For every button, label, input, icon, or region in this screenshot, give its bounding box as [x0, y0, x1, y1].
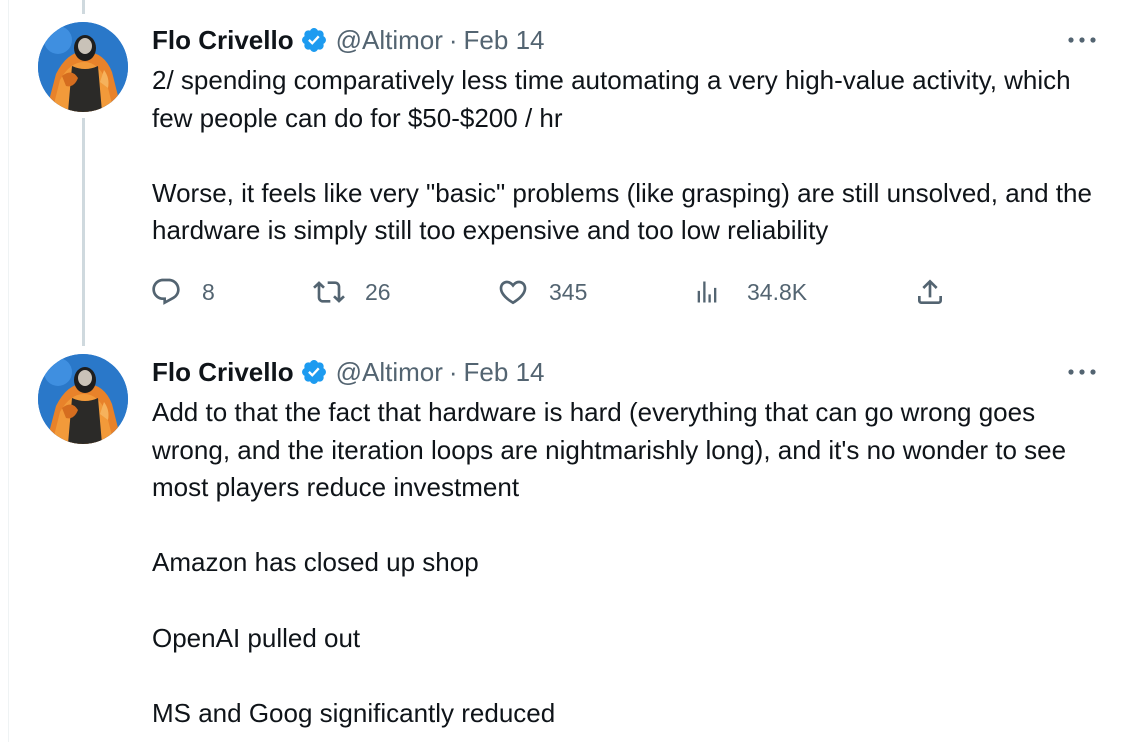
avatar[interactable]	[38, 22, 128, 112]
tweet-thread: Flo Crivello @Altimor · Feb 14 2/ spendi…	[0, 0, 1129, 742]
avatar-image	[38, 22, 128, 112]
tweet-text: 2/ spending comparatively less time auto…	[152, 62, 1102, 250]
views-button[interactable]: 34.8K	[693, 274, 807, 310]
avatar[interactable]	[38, 354, 128, 444]
tweet-date[interactable]: Feb 14	[464, 25, 545, 56]
views-icon	[697, 281, 717, 303]
retweet-button[interactable]: 26	[313, 274, 391, 310]
timeline-border	[8, 0, 9, 742]
more-horizontal-icon[interactable]	[1065, 358, 1099, 386]
separator-dot: ·	[448, 24, 458, 55]
author-handle[interactable]: @Altimor	[336, 25, 443, 56]
tweet-text: Add to that the fact that hardware is ha…	[152, 394, 1102, 732]
share-button[interactable]	[914, 274, 946, 310]
reply-icon	[152, 278, 180, 305]
tweet-header: Flo Crivello @Altimor · Feb 14	[152, 356, 545, 388]
thread-line-top	[82, 0, 85, 14]
more-horizontal-icon[interactable]	[1065, 26, 1099, 54]
tweet-paragraph: Amazon has closed up shop	[152, 547, 479, 578]
views-count: 34.8K	[747, 278, 808, 305]
like-button[interactable]: 345	[497, 274, 587, 310]
tweet-date[interactable]: Feb 14	[464, 357, 545, 388]
tweet-paragraph: Worse, it feels like very "basic" proble…	[152, 177, 1092, 246]
avatar-image	[38, 354, 128, 444]
tweet-paragraph: OpenAI pulled out	[152, 622, 361, 653]
verified-badge-icon	[300, 26, 328, 54]
retweet-icon	[313, 281, 345, 303]
reply-button[interactable]: 8	[150, 274, 215, 310]
like-count: 345	[549, 278, 588, 305]
retweet-count: 26	[365, 278, 391, 305]
tweet-actions: 8 26 345 34.8K	[150, 274, 950, 310]
heart-icon	[499, 280, 527, 305]
reply-count: 8	[202, 278, 215, 305]
thread-line-connector	[82, 118, 85, 346]
tweet-paragraph: Add to that the fact that hardware is ha…	[152, 397, 1067, 503]
tweet-paragraph: 2/ spending comparatively less time auto…	[152, 65, 1071, 133]
verified-badge-icon	[300, 358, 328, 386]
separator-dot: ·	[448, 356, 458, 387]
tweet-paragraph: MS and Goog significantly reduced	[152, 697, 556, 728]
share-icon	[918, 279, 942, 304]
author-name[interactable]: Flo Crivello	[152, 357, 294, 388]
tweet-header: Flo Crivello @Altimor · Feb 14	[152, 24, 545, 56]
author-name[interactable]: Flo Crivello	[152, 25, 294, 56]
author-handle[interactable]: @Altimor	[336, 357, 443, 388]
